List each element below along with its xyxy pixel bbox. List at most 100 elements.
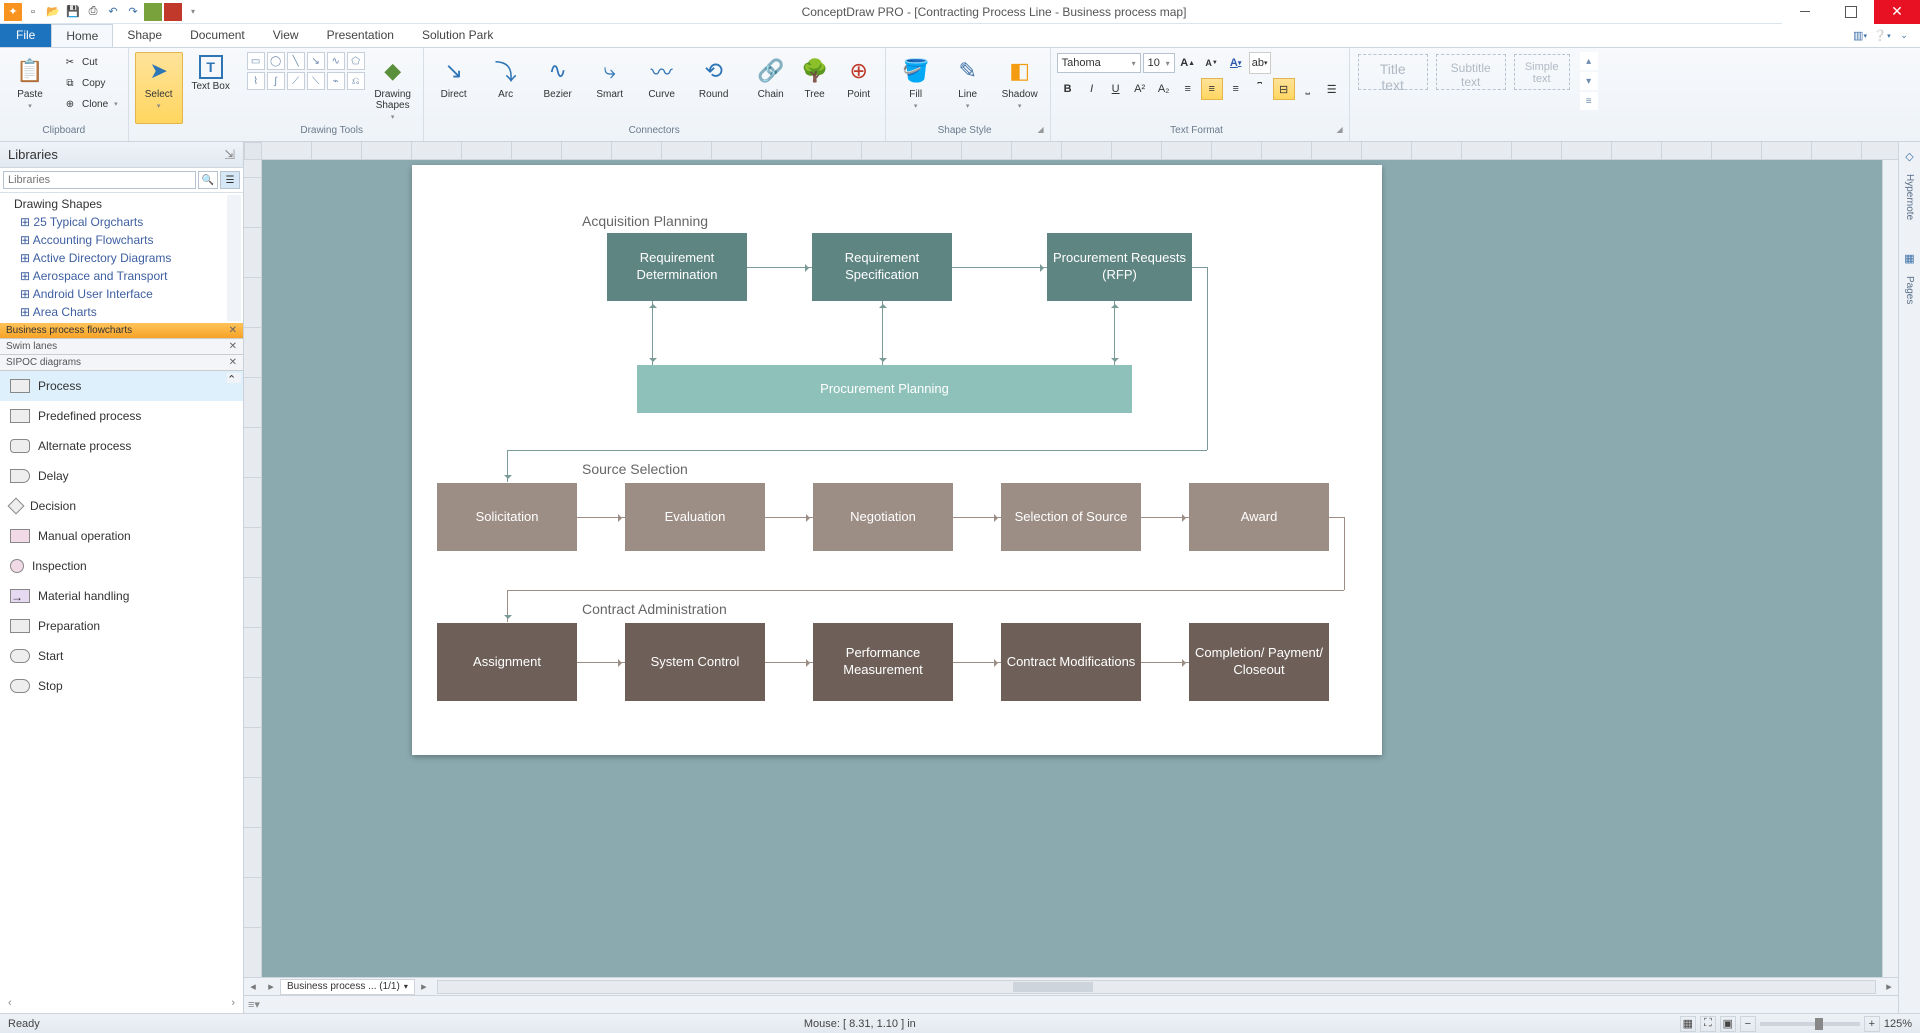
rail-pages[interactable]: Pages (1904, 276, 1915, 304)
underline-button[interactable]: U (1105, 78, 1127, 100)
shape-list[interactable]: Process Predefined process Alternate pro… (0, 371, 243, 997)
tab-prev-button[interactable]: ◂ (244, 980, 262, 993)
qat-new-icon[interactable]: ▫ (24, 3, 42, 21)
connector-direct-button[interactable]: ↘Direct (430, 52, 478, 124)
close-icon[interactable]: ✕ (229, 325, 237, 336)
list-item[interactable]: →Material handling (0, 581, 243, 611)
cut-button[interactable]: ✂Cut (58, 52, 122, 72)
connector-round-button[interactable]: ⟲Round (690, 52, 738, 124)
qat-print-icon[interactable]: ⎙ (84, 3, 102, 21)
font-combo[interactable]: Tahoma▾ (1057, 53, 1141, 73)
lib-tab-sipoc[interactable]: SIPOC diagrams✕ (0, 355, 243, 371)
tree-scrollbar[interactable] (227, 195, 241, 321)
list-item[interactable]: Alternate process (0, 431, 243, 461)
tab-next-button[interactable]: ▸ (262, 980, 280, 993)
valign-bottom-button[interactable]: ⎵ (1297, 78, 1319, 100)
justify-button[interactable]: ☰ (1321, 78, 1343, 100)
textbox-button[interactable]: T Text Box (187, 52, 235, 124)
rail-hypernote[interactable]: Hypernote (1904, 174, 1915, 220)
lib-tab-active[interactable]: Business process flowcharts✕ (0, 323, 243, 339)
view-fit-icon[interactable]: ⛶ (1700, 1016, 1716, 1032)
subtitle-text-placeholder[interactable]: Subtitle text (1436, 54, 1506, 90)
italic-button[interactable]: I (1081, 78, 1103, 100)
gallery-more-icon[interactable]: ≡ (1580, 92, 1598, 110)
chain-button[interactable]: 🔗Chain (751, 52, 791, 124)
tab-solution-park[interactable]: Solution Park (408, 24, 507, 47)
node-performance[interactable]: Performance Measurement (813, 623, 953, 701)
view-normal-icon[interactable]: ▦ (1680, 1016, 1696, 1032)
document-tab[interactable]: Business process ... (1/1)▾ (280, 979, 415, 995)
node-completion[interactable]: Completion/ Payment/ Closeout (1189, 623, 1329, 701)
tab-home[interactable]: Home (51, 24, 113, 47)
shape-line-icon[interactable]: ╲ (287, 52, 305, 70)
list-item[interactable]: Manual operation (0, 521, 243, 551)
qat-save-icon[interactable]: 💾 (64, 3, 82, 21)
shape-seg-icon[interactable]: ⌇ (247, 72, 265, 90)
shadow-button[interactable]: ◧Shadow▾ (996, 52, 1044, 124)
tab-presentation[interactable]: Presentation (313, 24, 408, 47)
shape-scrollbar[interactable]: ⌃ (227, 373, 241, 383)
connector-smart-button[interactable]: ⤷Smart (586, 52, 634, 124)
zoom-in-button[interactable]: + (1864, 1016, 1880, 1032)
palette-menu-icon[interactable]: ≡▾ (248, 998, 260, 1011)
search-input[interactable] (3, 171, 196, 189)
paste-button[interactable]: 📋 Paste ▾ (6, 52, 54, 124)
close-icon[interactable]: ✕ (229, 357, 237, 368)
tree-item[interactable]: ⊞ Area Charts (0, 303, 243, 321)
shape-path3-icon[interactable]: ⌁ (327, 72, 345, 90)
tree-item[interactable]: ⊞ Android User Interface (0, 285, 243, 303)
tab-dropdown-icon[interactable]: ▾ (404, 982, 408, 991)
gallery-up-icon[interactable]: ▴ (1580, 52, 1598, 70)
shape-path1-icon[interactable]: ⟋ (287, 72, 305, 90)
tree-header[interactable]: Drawing Shapes (0, 195, 243, 213)
superscript-button[interactable]: A² (1129, 78, 1151, 100)
zoom-out-button[interactable]: − (1740, 1016, 1756, 1032)
ruler-vertical[interactable] (244, 160, 262, 977)
qat-more-icon[interactable]: ▾ (184, 3, 202, 21)
shrink-font-button[interactable]: A▼ (1201, 52, 1223, 74)
bold-button[interactable]: B (1057, 78, 1079, 100)
subscript-button[interactable]: A₂ (1153, 78, 1175, 100)
valign-middle-button[interactable]: ⊟ (1273, 78, 1295, 100)
maximize-button[interactable] (1828, 0, 1874, 24)
vertical-scrollbar[interactable] (1882, 160, 1898, 977)
scroll-left-icon[interactable]: ‹ (8, 997, 12, 1013)
qat-undo-icon[interactable]: ↶ (104, 3, 122, 21)
library-tree[interactable]: Drawing Shapes ⊞ 25 Typical Orgcharts ⊞ … (0, 193, 243, 323)
title-text-placeholder[interactable]: Title text (1358, 54, 1428, 90)
node-negotiation[interactable]: Negotiation (813, 483, 953, 551)
qat-open-icon[interactable]: 📂 (44, 3, 62, 21)
connector-bezier-button[interactable]: ∿Bezier (534, 52, 582, 124)
list-item[interactable]: Delay (0, 461, 243, 491)
grow-font-button[interactable]: A▲ (1177, 52, 1199, 74)
lib-tab-swimlanes[interactable]: Swim lanes✕ (0, 339, 243, 355)
qat-redo-icon[interactable]: ↷ (124, 3, 142, 21)
select-button[interactable]: ➤ Select ▾ (135, 52, 183, 124)
shape-ellipse-icon[interactable]: ◯ (267, 52, 285, 70)
tab-scroll-right[interactable]: ▸ (415, 980, 433, 993)
search-list-button[interactable]: ☰ (220, 171, 240, 189)
shape-path4-icon[interactable]: ⎌ (347, 72, 365, 90)
tab-view[interactable]: View (259, 24, 313, 47)
collapse-ribbon-icon[interactable]: ⌄ (1896, 28, 1912, 44)
tree-item[interactable]: ⊞ Artwork (0, 321, 243, 323)
shape-bezier-icon[interactable]: ∫ (267, 72, 285, 90)
list-item[interactable]: Process (0, 371, 243, 401)
node-requirement-specification[interactable]: Requirement Specification (812, 233, 952, 301)
node-requirement-determination[interactable]: Requirement Determination (607, 233, 747, 301)
node-procurement-requests[interactable]: Procurement Requests (RFP) (1047, 233, 1192, 301)
tab-shape[interactable]: Shape (113, 24, 176, 47)
horizontal-scrollbar[interactable] (437, 980, 1876, 994)
shape-curve-icon[interactable]: ∿ (327, 52, 345, 70)
align-center-button[interactable]: ≡ (1201, 78, 1223, 100)
scroll-right-icon[interactable]: › (231, 997, 235, 1013)
tree-item[interactable]: ⊞ 25 Typical Orgcharts (0, 213, 243, 231)
zoom-slider[interactable] (1760, 1022, 1860, 1026)
canvas[interactable]: Acquisition Planning Requirement Determi… (262, 160, 1882, 977)
pages-icon[interactable]: ▦ (1902, 250, 1918, 266)
fill-button[interactable]: 🪣Fill▾ (892, 52, 940, 124)
fontsize-combo[interactable]: 10▾ (1143, 53, 1175, 73)
hypernote-icon[interactable]: ◇ (1902, 148, 1918, 164)
node-modifications[interactable]: Contract Modifications (1001, 623, 1141, 701)
shape-rect-icon[interactable]: ▭ (247, 52, 265, 70)
